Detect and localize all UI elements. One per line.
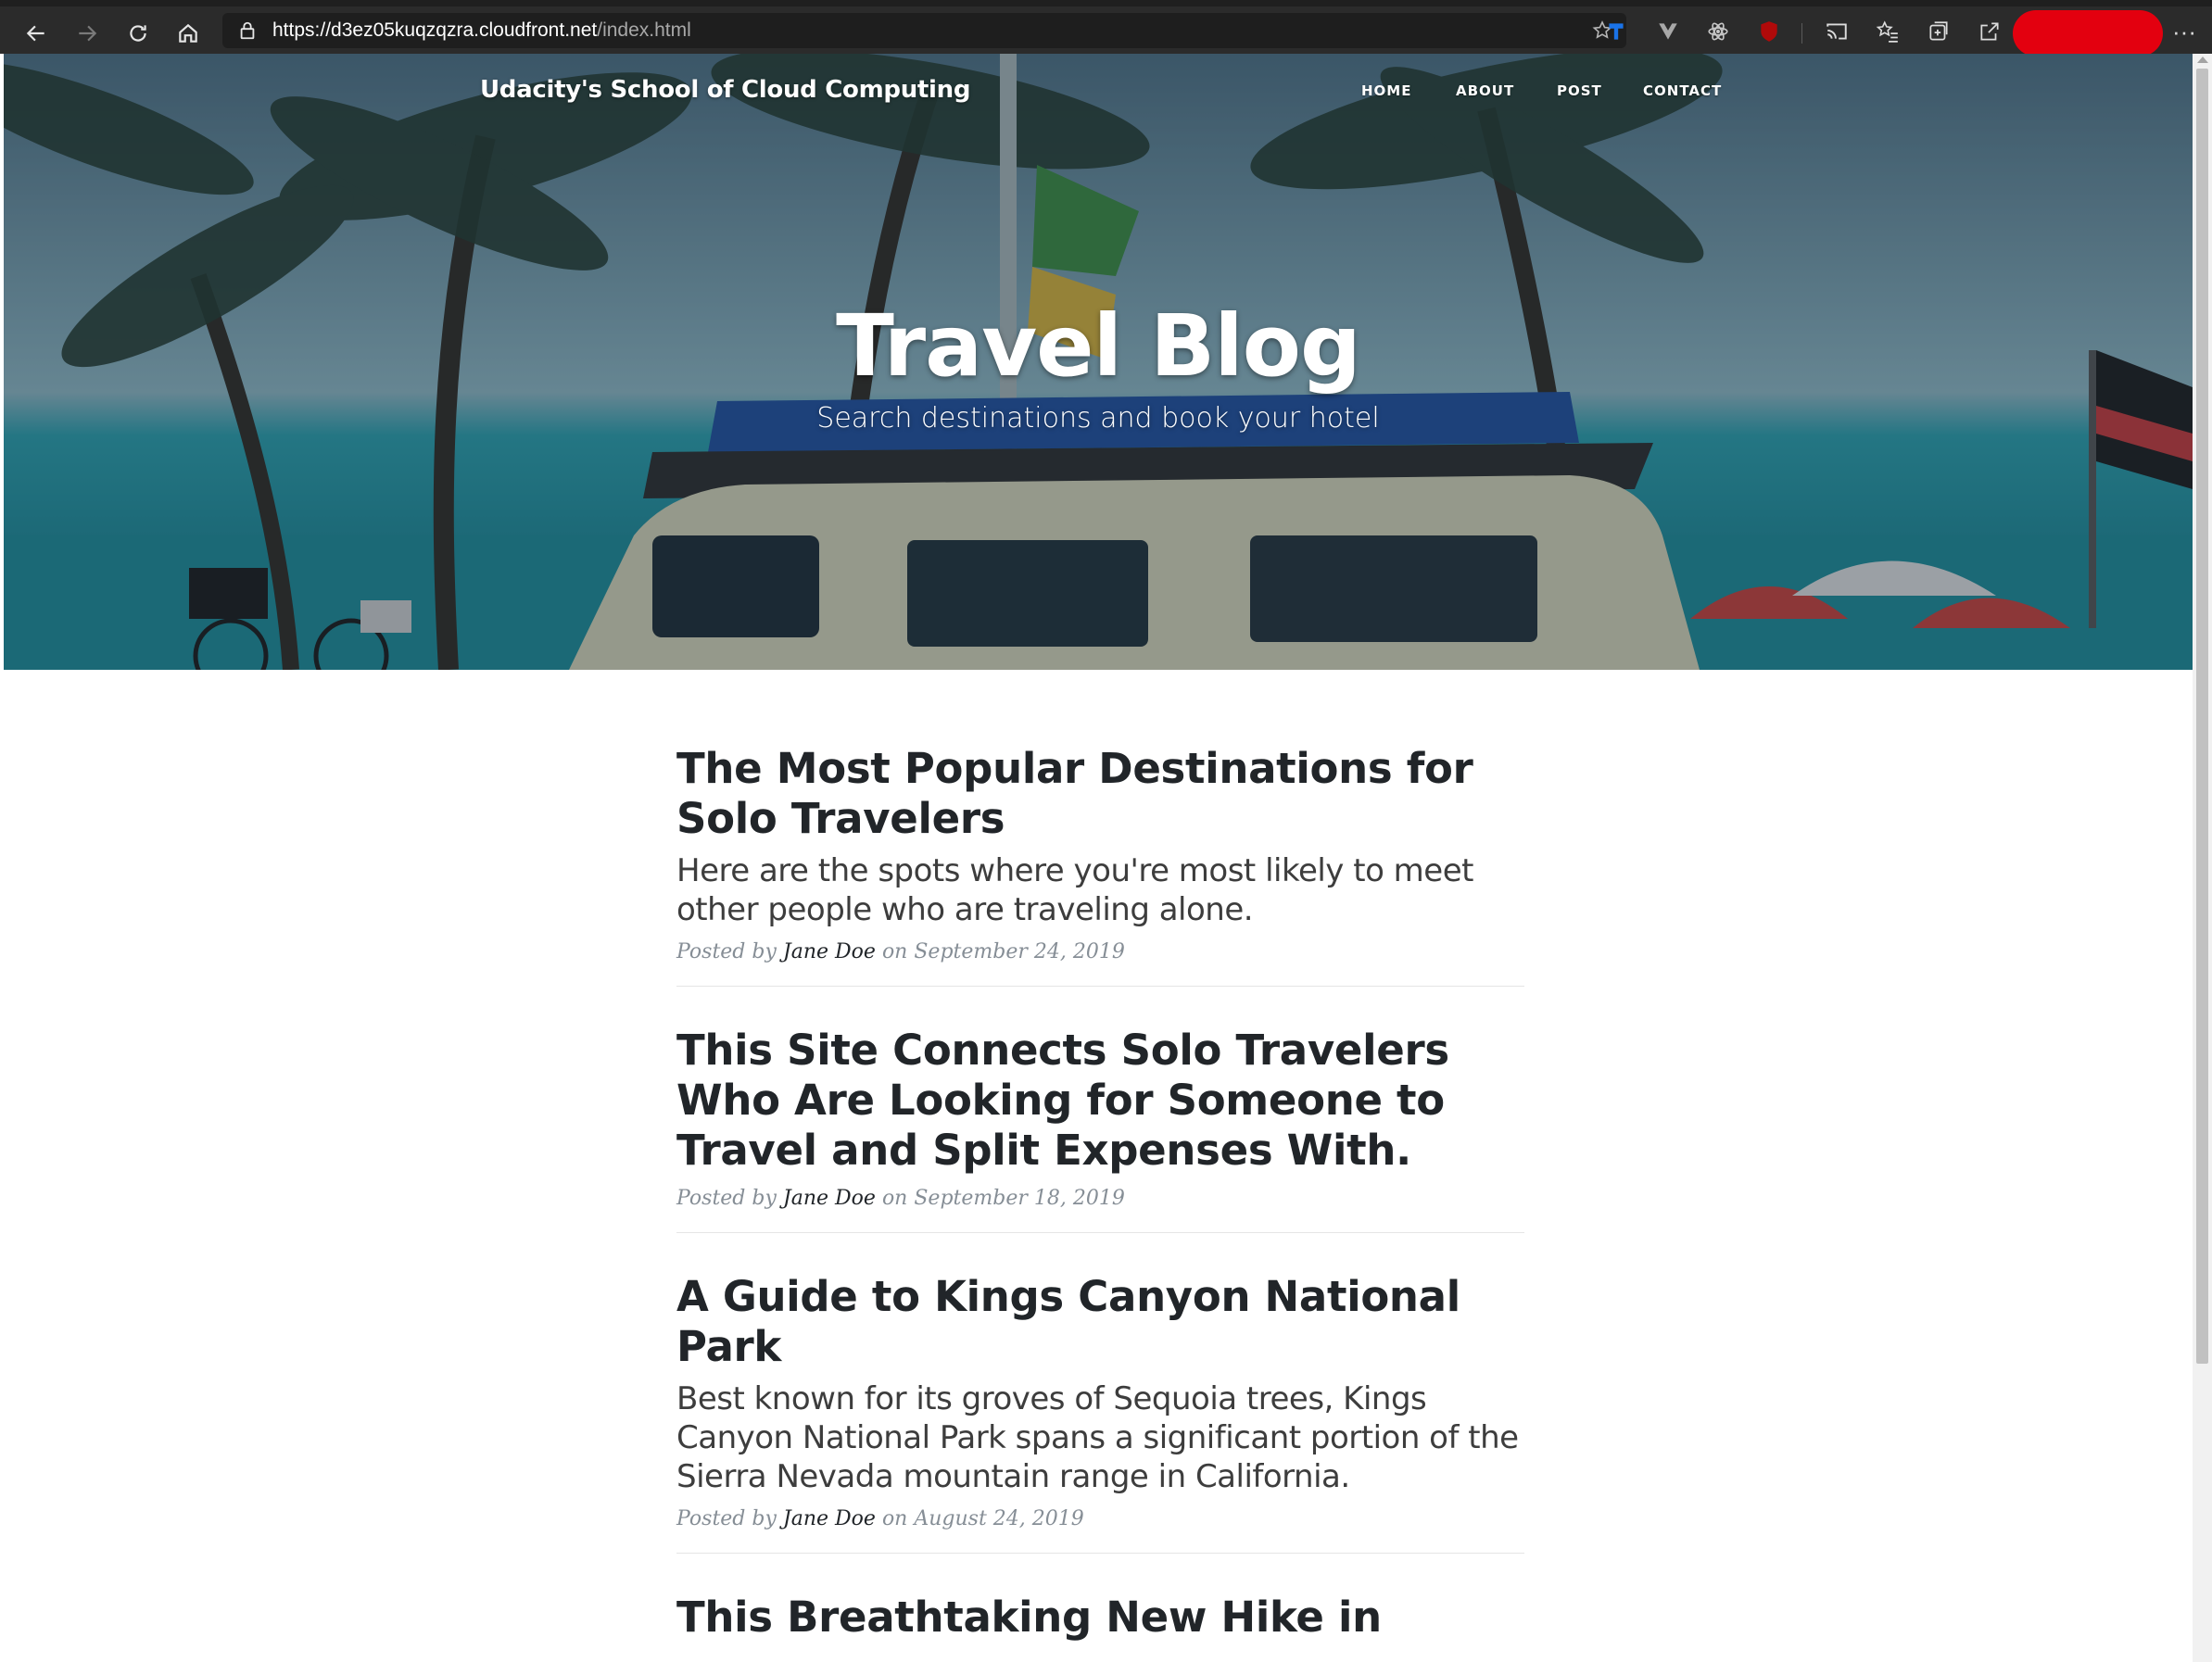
react-devtools-icon: [1708, 22, 1728, 41]
scroll-up-arrow-icon[interactable]: [2197, 57, 2208, 63]
hero-title: Travel Blog: [836, 296, 1361, 396]
on-label: on: [881, 940, 908, 963]
page-scrollbar[interactable]: [2193, 54, 2212, 1662]
extension-ublock-button[interactable]: [1756, 19, 1782, 44]
collections-button[interactable]: [1926, 19, 1952, 44]
scrollbar-thumb[interactable]: [2196, 69, 2208, 1364]
arrow-right-icon: [79, 25, 97, 42]
post-preview: This Breathtaking New Hike in: [676, 1593, 1524, 1662]
share-button[interactable]: [1977, 19, 2003, 44]
refresh-icon: [130, 25, 146, 42]
post-meta: Posted by Jane Doe on August 24, 2019: [676, 1507, 1524, 1530]
post-date: August 24, 2019: [914, 1507, 1084, 1530]
cast-icon: [1826, 23, 1847, 40]
toolbar-divider: [1801, 23, 1802, 44]
profile-avatar[interactable]: [2013, 10, 2163, 57]
favorites-star-list-icon: [1876, 20, 1898, 43]
post-author-link[interactable]: Jane Doe: [783, 1507, 876, 1530]
web-page: Udacity's School of Cloud Computing HOME…: [4, 54, 2193, 1662]
back-button[interactable]: [19, 16, 54, 51]
url-path: /index.html: [597, 19, 691, 41]
post-author-link[interactable]: Jane Doe: [783, 940, 876, 963]
post-preview: The Most Popular Destinations for Solo T…: [676, 744, 1524, 987]
nav-home-link[interactable]: HOME: [1361, 82, 1411, 99]
cast-button[interactable]: [1824, 19, 1850, 44]
refresh-button[interactable]: [120, 16, 156, 51]
site-brand-link[interactable]: Udacity's School of Cloud Computing: [480, 76, 970, 104]
extension-react-button[interactable]: [1705, 19, 1731, 44]
post-title-link[interactable]: A Guide to Kings Canyon National Park: [676, 1272, 1524, 1372]
forward-button[interactable]: [70, 16, 105, 51]
url-text: https://d3ez05kuqzqzra.cloudfront.net/in…: [272, 19, 691, 42]
address-bar[interactable]: https://d3ez05kuqzqzra.cloudfront.net/in…: [222, 13, 1626, 48]
post-meta: Posted by Jane Doe on September 24, 2019: [676, 940, 1524, 963]
post-title-link[interactable]: The Most Popular Destinations for Solo T…: [676, 744, 1524, 844]
home-button[interactable]: [171, 16, 206, 51]
collections-icon: [1929, 21, 1948, 41]
lock-icon: [240, 21, 255, 40]
post-preview: A Guide to Kings Canyon National Park Be…: [676, 1272, 1524, 1554]
browser-toolbar: https://d3ez05kuqzqzra.cloudfront.net/in…: [0, 0, 2212, 57]
post-author-link[interactable]: Jane Doe: [783, 1187, 876, 1210]
post-subtitle[interactable]: Best known for its groves of Sequoia tre…: [676, 1379, 1524, 1496]
hero-subtitle: Search destinations and book your hotel: [816, 402, 1380, 434]
post-title-link[interactable]: This Site Connects Solo Travelers Who Ar…: [676, 1026, 1524, 1176]
on-label: on: [881, 1187, 908, 1210]
tampermonkey-icon: [1609, 23, 1624, 40]
post-date: September 24, 2019: [914, 940, 1125, 963]
extension-t-button[interactable]: [1603, 19, 1629, 44]
nav-contact-link[interactable]: CONTACT: [1643, 82, 1722, 99]
post-meta: Posted by Jane Doe on September 18, 2019: [676, 1187, 1524, 1210]
post-preview: This Site Connects Solo Travelers Who Ar…: [676, 1026, 1524, 1233]
posted-by-label: Posted by: [676, 940, 777, 963]
posted-by-label: Posted by: [676, 1187, 777, 1210]
post-title-link[interactable]: This Breathtaking New Hike in: [676, 1593, 1524, 1643]
favorites-button[interactable]: [1875, 19, 1901, 44]
hero-header: Udacity's School of Cloud Computing HOME…: [4, 54, 2193, 670]
ublock-shield-icon: [1761, 21, 1777, 42]
posted-by-label: Posted by: [676, 1507, 777, 1530]
on-label: on: [881, 1507, 908, 1530]
more-menu-button[interactable]: ···: [2170, 14, 2198, 49]
arrow-left-icon: [26, 25, 44, 42]
nav-post-link[interactable]: POST: [1557, 82, 1602, 99]
post-subtitle[interactable]: Here are the spots where you're most lik…: [676, 851, 1524, 929]
share-icon: [1980, 22, 1999, 41]
nav-about-link[interactable]: ABOUT: [1456, 82, 1514, 99]
post-date: September 18, 2019: [914, 1187, 1125, 1210]
vue-devtools-icon: [1659, 23, 1677, 40]
home-icon: [179, 23, 197, 43]
post-list: The Most Popular Destinations for Solo T…: [676, 744, 1524, 1662]
url-host: https://d3ez05kuqzqzra.cloudfront.net: [272, 19, 598, 41]
extension-v-button[interactable]: [1655, 19, 1681, 44]
